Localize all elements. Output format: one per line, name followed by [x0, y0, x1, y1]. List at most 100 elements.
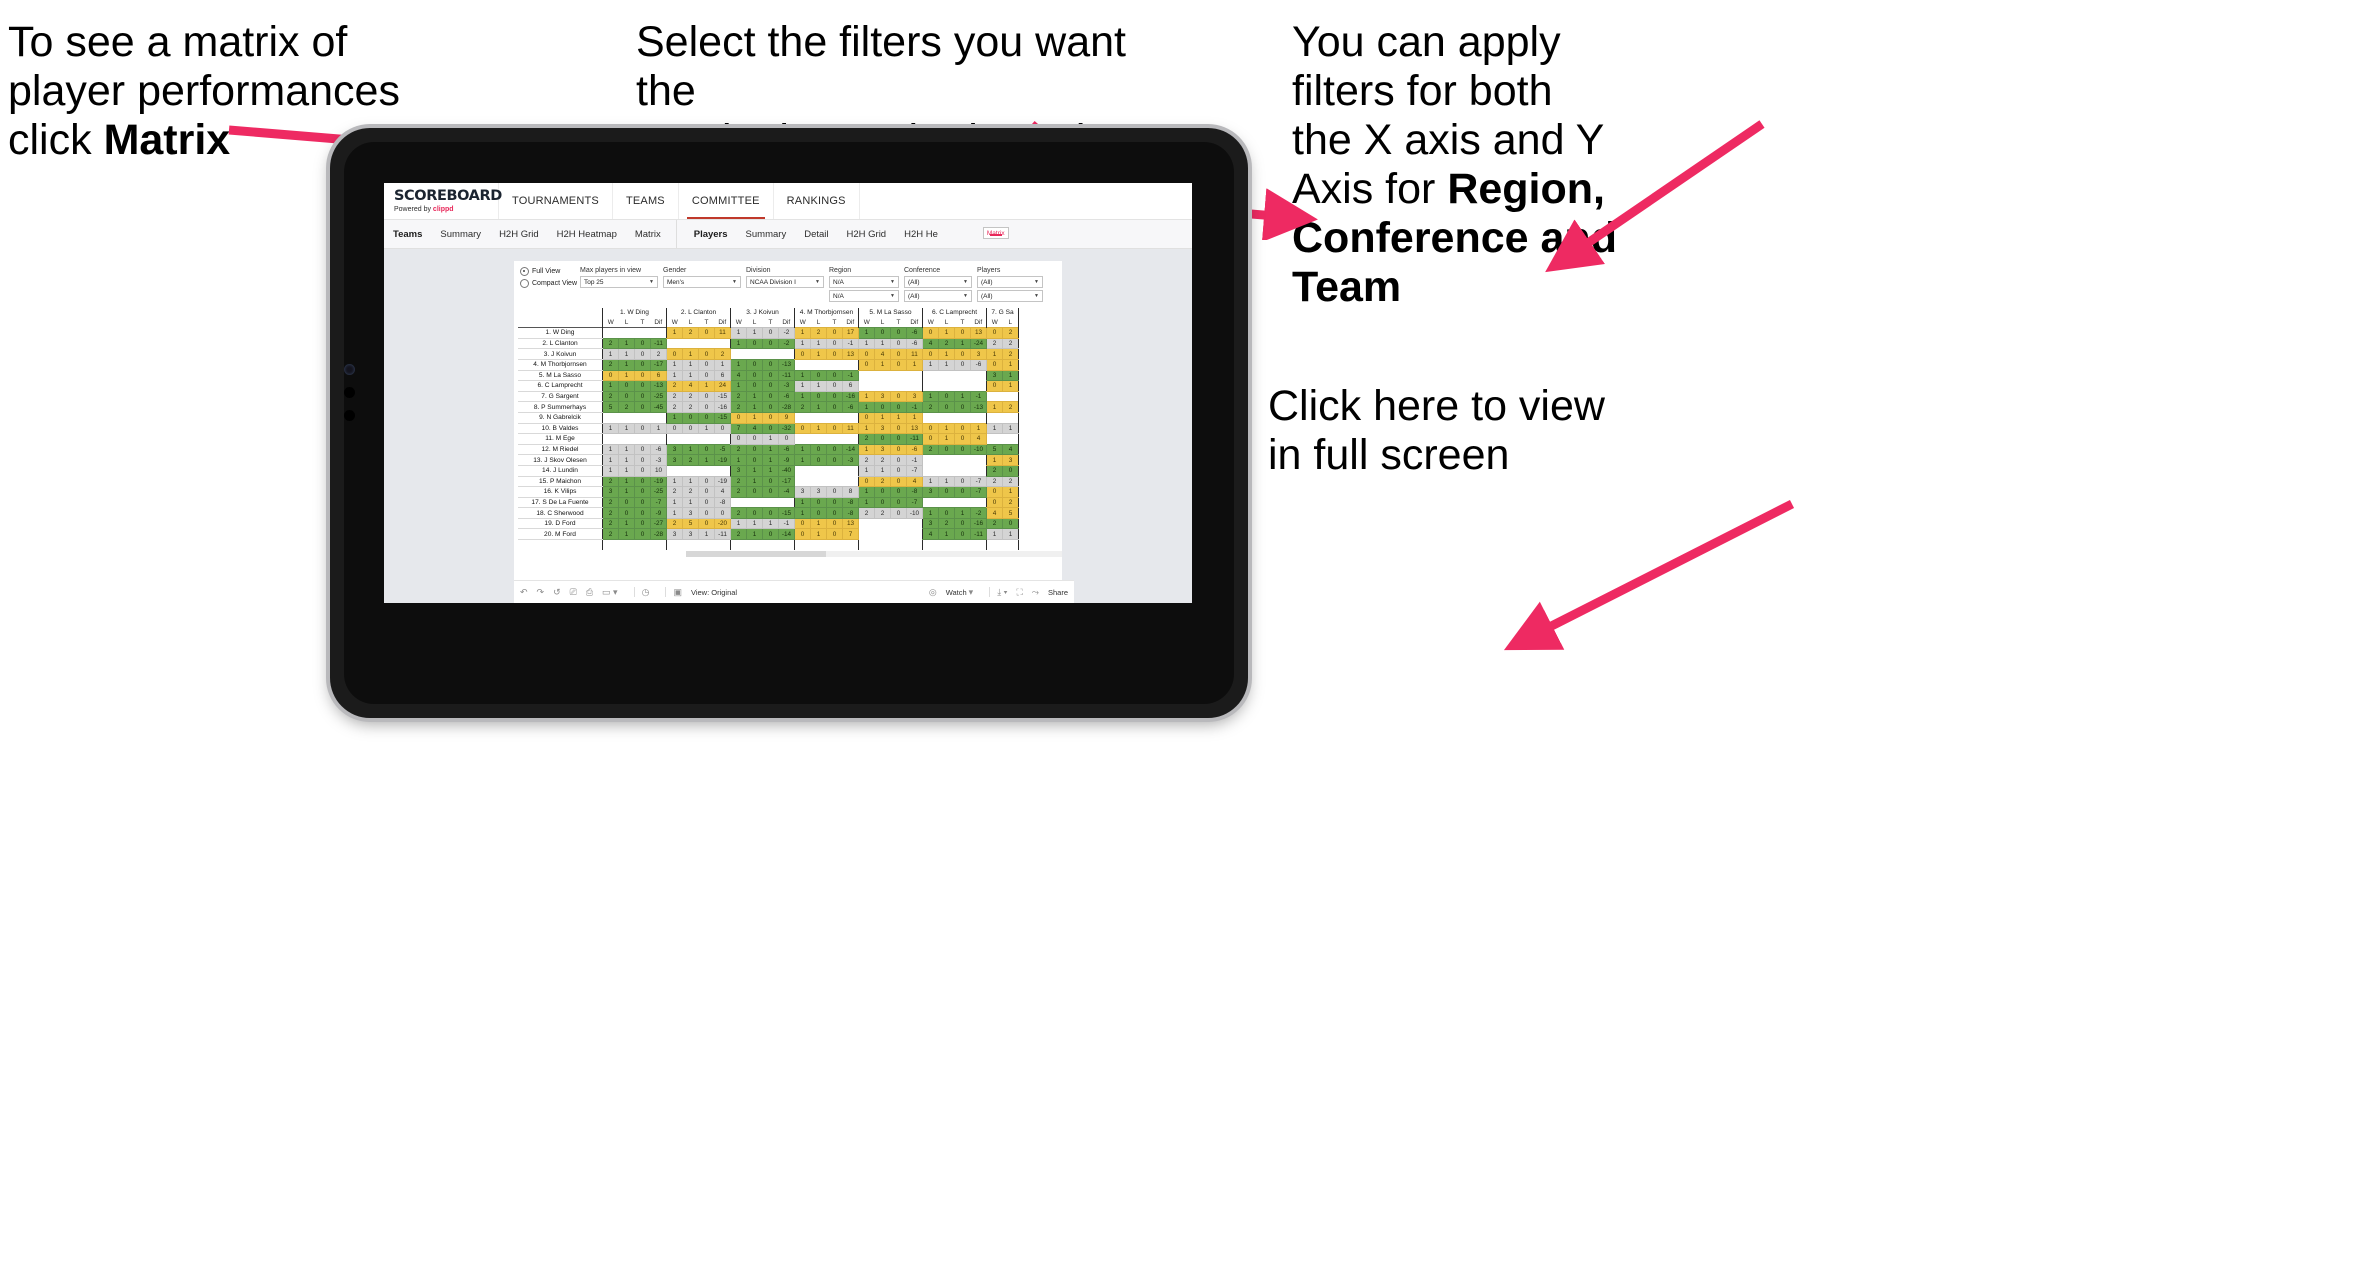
matrix-cell[interactable]: 0: [890, 358, 907, 371]
matrix-cell[interactable]: 2: [602, 517, 619, 530]
matrix-cell[interactable]: -11: [778, 369, 795, 382]
matrix-cell[interactable]: 0: [890, 433, 907, 445]
matrix-cell[interactable]: -7: [970, 486, 987, 498]
download-icon[interactable]: ⤓ ▾: [997, 587, 1007, 598]
matrix-cell[interactable]: 0: [634, 380, 651, 392]
matrix-cell[interactable]: 4: [922, 337, 939, 350]
matrix-cell[interactable]: -2: [970, 507, 987, 519]
matrix-cell[interactable]: 1: [730, 337, 747, 350]
matrix-cell[interactable]: 0: [634, 507, 651, 519]
matrix-cell[interactable]: 0: [634, 390, 651, 403]
matrix-cell[interactable]: [954, 370, 971, 381]
matrix-cell[interactable]: 2: [730, 443, 747, 456]
matrix-cell[interactable]: 0: [698, 369, 715, 382]
filter-players-select-x[interactable]: (All) ▼: [977, 276, 1043, 288]
matrix-cell[interactable]: 1: [746, 475, 763, 488]
matrix-cell[interactable]: 1: [858, 401, 875, 413]
matrix-cell[interactable]: 0: [746, 486, 763, 498]
matrix-cell[interactable]: 1: [762, 433, 779, 445]
matrix-cell[interactable]: 0: [986, 486, 1003, 498]
matrix-cell[interactable]: 0: [618, 390, 635, 403]
matrix-cell[interactable]: [810, 412, 827, 424]
matrix-cell[interactable]: [954, 454, 971, 466]
matrix-cell[interactable]: 0: [666, 348, 683, 360]
matrix-cell[interactable]: 2: [730, 475, 747, 488]
matrix-cell[interactable]: [602, 412, 619, 424]
matrix-cell[interactable]: [858, 518, 875, 529]
matrix-cell[interactable]: 1: [794, 496, 811, 509]
matrix-cell[interactable]: 0: [698, 348, 715, 360]
matrix-cell[interactable]: 0: [826, 337, 843, 350]
matrix-cell[interactable]: [698, 433, 715, 445]
matrix-cell[interactable]: [858, 370, 875, 381]
matrix-cell[interactable]: 0: [890, 475, 907, 488]
matrix-cell[interactable]: 0: [698, 475, 715, 488]
matrix-cell[interactable]: 1: [666, 507, 683, 519]
matrix-cell[interactable]: [746, 497, 763, 508]
matrix-cell[interactable]: 0: [954, 422, 971, 435]
matrix-cell[interactable]: 2: [874, 475, 891, 488]
matrix-cell[interactable]: 2: [922, 401, 939, 413]
matrix-cell[interactable]: -27: [650, 517, 667, 530]
matrix-cell[interactable]: 0: [730, 433, 747, 445]
matrix-cell[interactable]: 0: [698, 327, 715, 339]
matrix-cell[interactable]: [634, 412, 651, 424]
matrix-cell[interactable]: -6: [842, 401, 859, 413]
matrix-cell[interactable]: [714, 433, 731, 445]
filter-conference-select-x[interactable]: (All) ▼: [904, 276, 972, 288]
matrix-cell[interactable]: [618, 327, 635, 339]
matrix-cell[interactable]: -17: [650, 358, 667, 371]
matrix-cell[interactable]: 0: [954, 348, 971, 360]
matrix-cell[interactable]: 1: [682, 443, 699, 456]
filter-region-select-y[interactable]: N/A ▼: [829, 290, 899, 302]
matrix-cell[interactable]: 0: [890, 454, 907, 466]
matrix-cell[interactable]: 2: [858, 433, 875, 445]
matrix-cell[interactable]: 0: [618, 507, 635, 519]
matrix-cell[interactable]: 0: [634, 443, 651, 456]
matrix-cell[interactable]: 3: [874, 422, 891, 435]
matrix-cell[interactable]: 0: [890, 507, 907, 519]
device-layout-icon[interactable]: ▭ ▾: [602, 587, 618, 598]
matrix-cell[interactable]: 0: [986, 496, 1003, 509]
matrix-cell[interactable]: 1: [906, 411, 923, 424]
matrix-cell[interactable]: 1: [762, 464, 779, 477]
matrix-cell[interactable]: -16: [714, 401, 731, 413]
matrix-cell[interactable]: 0: [922, 348, 939, 360]
matrix-cell[interactable]: 4: [714, 486, 731, 498]
matrix-cell[interactable]: 3: [874, 390, 891, 403]
matrix-cell[interactable]: 0: [746, 380, 763, 392]
matrix-cell[interactable]: 0: [826, 348, 843, 360]
matrix-cell[interactable]: 1: [794, 443, 811, 456]
matrix-cell[interactable]: 1: [602, 443, 619, 456]
matrix-cell[interactable]: -16: [842, 390, 859, 403]
matrix-cell[interactable]: [778, 497, 795, 508]
filter-max-players-select[interactable]: Top 25 ▼: [580, 276, 658, 288]
matrix-cell[interactable]: 1: [794, 380, 811, 392]
matrix-cell[interactable]: 0: [762, 475, 779, 488]
matrix-cell[interactable]: 2: [1002, 337, 1019, 350]
matrix-cell[interactable]: 0: [634, 369, 651, 382]
matrix-cell[interactable]: 1: [954, 337, 971, 350]
matrix-cell[interactable]: 1: [858, 443, 875, 456]
matrix-cell[interactable]: 0: [954, 528, 971, 541]
filter-division-select[interactable]: NCAA Division I ▼: [746, 276, 824, 288]
matrix-cell[interactable]: 17: [842, 327, 859, 339]
nav-committee[interactable]: COMMITTEE: [679, 183, 774, 219]
matrix-cell[interactable]: [954, 412, 971, 424]
matrix-cell[interactable]: 3: [922, 517, 939, 530]
matrix-cell[interactable]: 9: [778, 411, 795, 424]
matrix-cell[interactable]: 1: [698, 528, 715, 541]
matrix-cell[interactable]: 1: [938, 475, 955, 488]
matrix-cell[interactable]: 1: [954, 390, 971, 403]
matrix-cell[interactable]: 2: [1002, 348, 1019, 360]
matrix-cell[interactable]: 1: [618, 358, 635, 371]
matrix-cell[interactable]: 0: [954, 327, 971, 339]
matrix-cell[interactable]: 1: [874, 337, 891, 350]
matrix-cell[interactable]: 13: [970, 327, 987, 339]
matrix-cell[interactable]: 0: [634, 337, 651, 350]
matrix-cell[interactable]: 3: [906, 390, 923, 403]
matrix-cell[interactable]: -5: [714, 443, 731, 456]
matrix-cell[interactable]: 0: [634, 486, 651, 498]
matrix-cell[interactable]: 0: [634, 528, 651, 541]
matrix-cell[interactable]: 1: [602, 380, 619, 392]
